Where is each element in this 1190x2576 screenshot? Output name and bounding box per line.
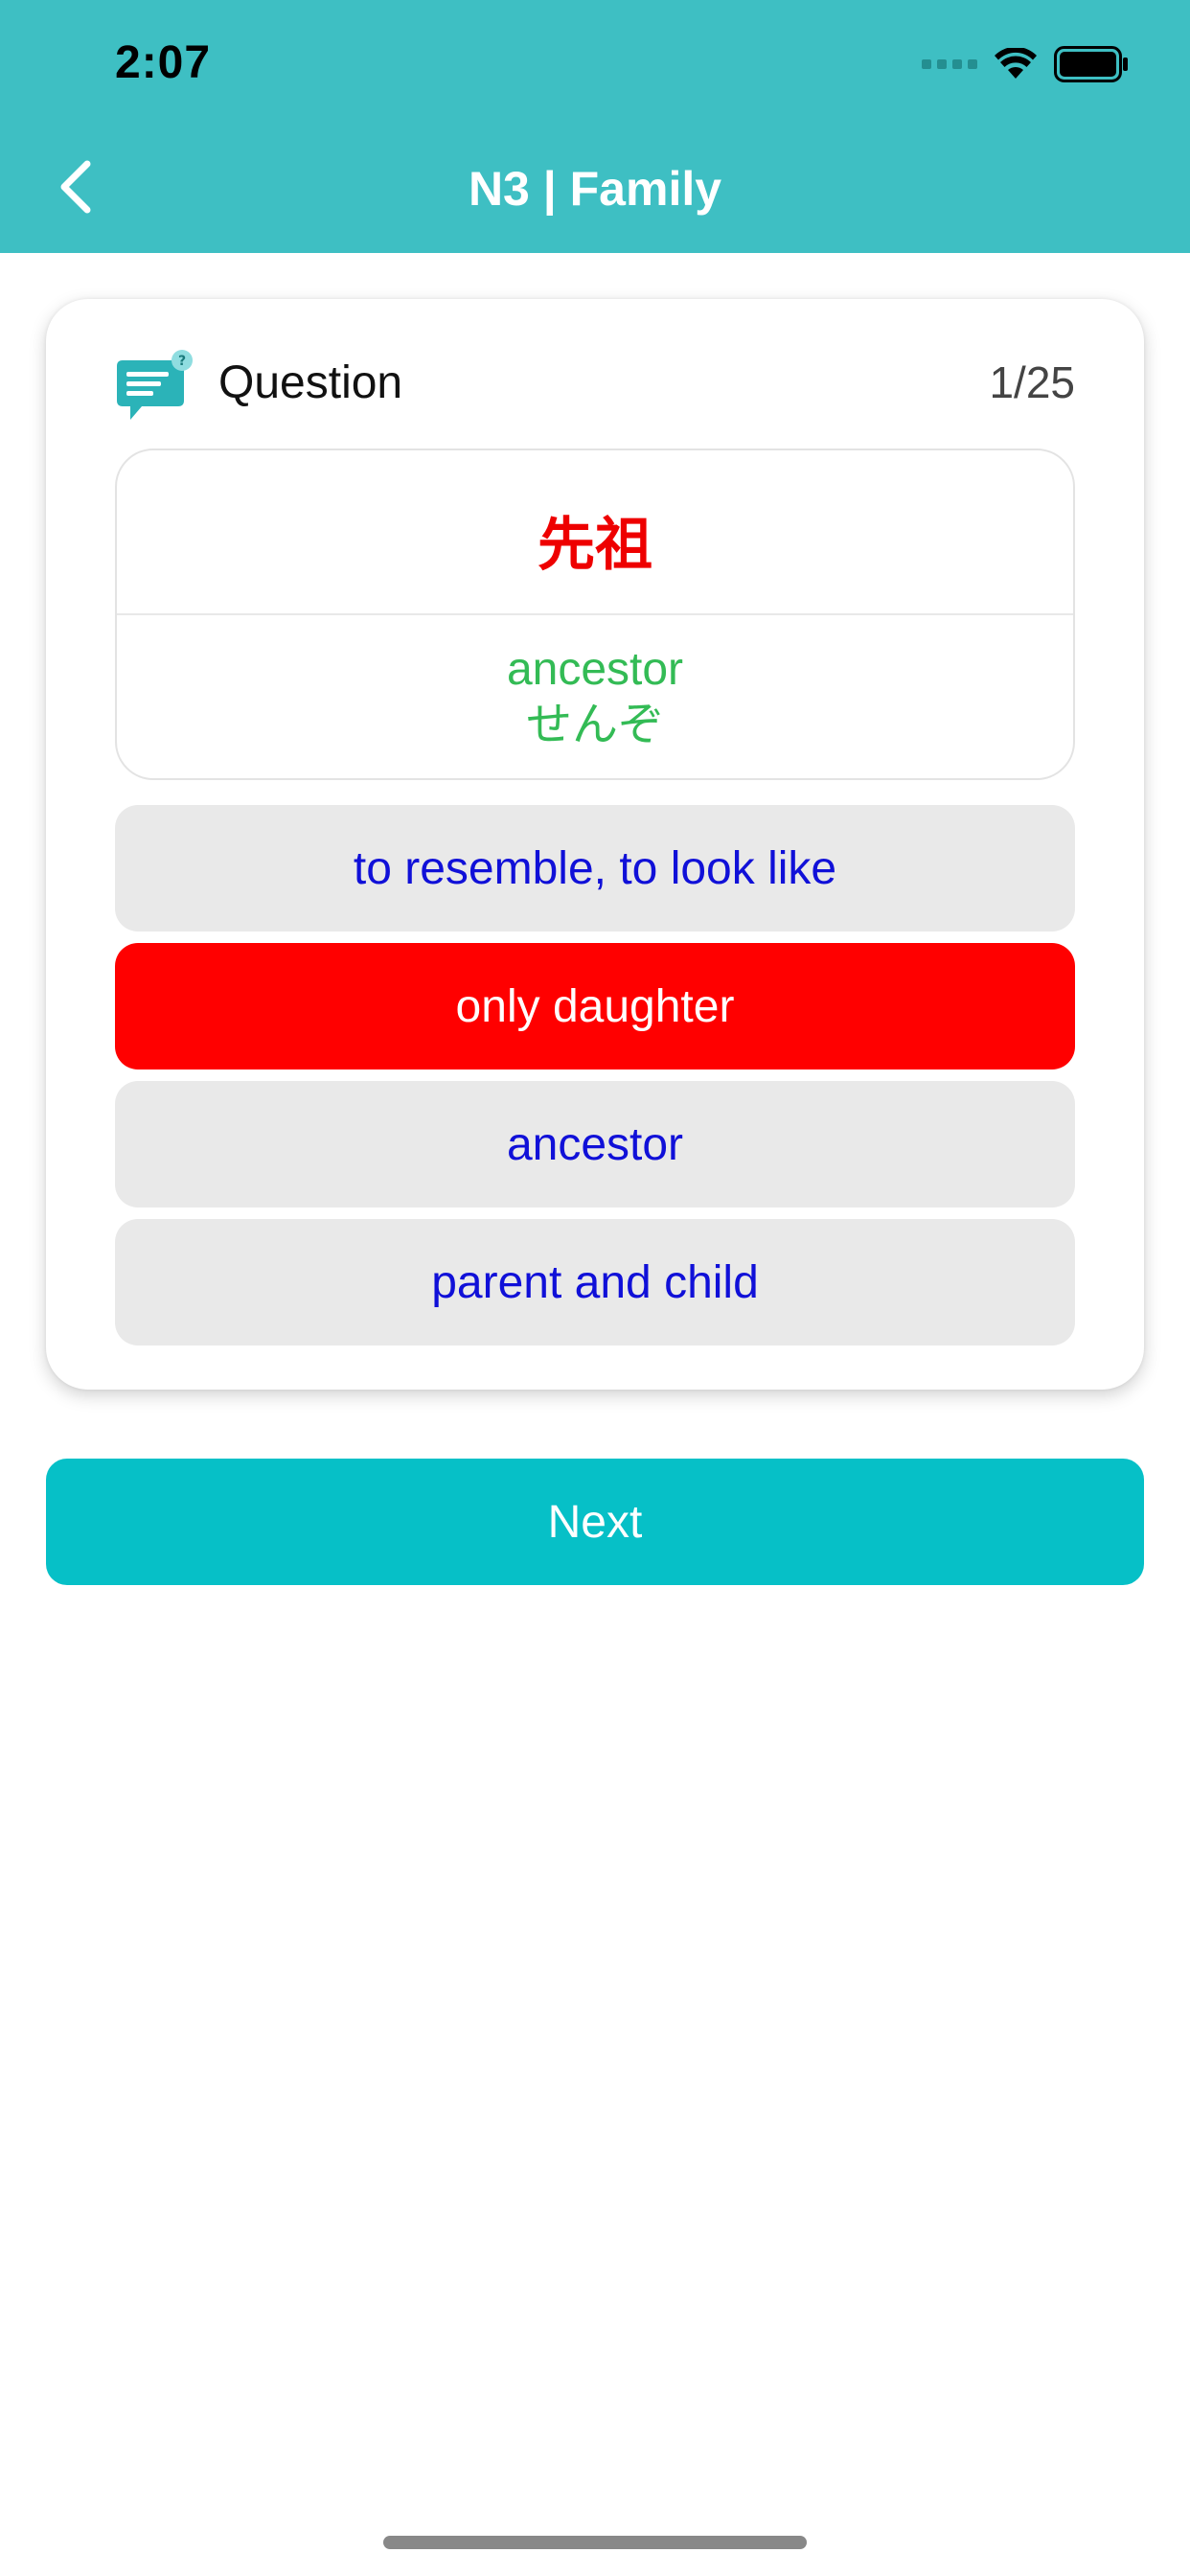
question-label: Question <box>218 357 403 408</box>
page-title: N3 | Family <box>468 162 722 216</box>
wifi-icon <box>995 48 1037 79</box>
question-card: ? Question 1/25 先祖 ancestor せんぞ to resem… <box>46 299 1144 1390</box>
answer-option-2[interactable]: only daughter <box>115 943 1075 1070</box>
status-icons <box>922 42 1129 86</box>
battery-icon <box>1054 46 1128 82</box>
home-indicator[interactable] <box>383 2536 807 2549</box>
quiz-screen: 2:07 N3 | Family ? Question 1/25 先祖 ance… <box>0 0 1190 2576</box>
answer-option-4[interactable]: parent and child <box>115 1219 1075 1346</box>
next-button[interactable]: Next <box>46 1459 1144 1585</box>
question-counter: 1/25 <box>989 357 1075 407</box>
term-box: 先祖 ancestor せんぞ <box>115 448 1075 780</box>
term-divider <box>117 613 1073 615</box>
cellular-signal-icon <box>922 59 977 69</box>
status-time: 2:07 <box>115 37 212 88</box>
question-chat-icon: ? <box>117 350 193 420</box>
answer-option-1[interactable]: to resemble, to look like <box>115 805 1075 932</box>
svg-text:?: ? <box>178 354 186 369</box>
answer-option-3[interactable]: ancestor <box>115 1081 1075 1208</box>
term-reading: せんぞ <box>525 700 664 750</box>
term-meaning: ancestor <box>506 644 684 695</box>
header-bar: 2:07 N3 | Family <box>0 0 1190 253</box>
kanji-term: 先祖 <box>538 513 652 577</box>
